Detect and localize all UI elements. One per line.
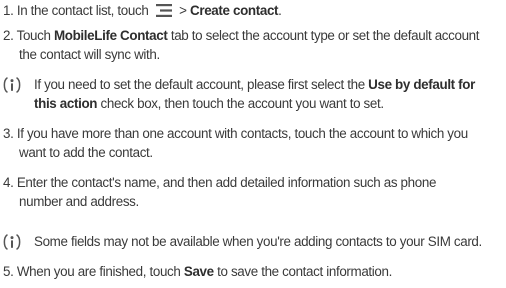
step-number: 5. <box>3 264 14 279</box>
step-text: Enter the contact's name, and then add d… <box>16 175 437 190</box>
step-text: to save the contact information. <box>213 264 392 279</box>
step-text: In the contact list, touch <box>16 3 149 18</box>
step-3: 3. If you have more than one account wit… <box>3 124 503 162</box>
note-icon <box>3 234 21 250</box>
note-text-part: If you need to set the default account, … <box>34 77 369 92</box>
menu-icon <box>155 4 172 17</box>
step-text-continued: want to add the contact. <box>19 145 153 160</box>
step-text: tab to select the account type or set th… <box>167 28 480 43</box>
step-text-continued: the contact will sync with. <box>19 47 160 62</box>
note-icon <box>3 77 21 93</box>
use-by-default-label: Use by default for <box>368 77 475 92</box>
step-text: When you are finished, touch <box>16 264 184 279</box>
mobilelife-contact-label: MobileLife Contact <box>53 28 168 43</box>
step-text: . <box>278 3 282 18</box>
step-number: 2. <box>3 28 14 43</box>
save-label: Save <box>183 264 214 279</box>
step-4: 4. Enter the contact's name, and then ad… <box>3 173 503 211</box>
create-contact-label: Create contact <box>190 3 279 18</box>
step-text-continued: number and address. <box>19 194 139 209</box>
note-text: If you need to set the default account, … <box>0 75 504 94</box>
step-number: 4. <box>3 175 14 190</box>
this-action-label: this action <box>34 96 98 111</box>
note-text-continued: this action check box, then touch the ac… <box>0 94 504 113</box>
note-1: If you need to set the default account, … <box>0 75 504 113</box>
step-text: If you have more than one account with c… <box>16 126 468 141</box>
step-5: 5. When you are finished, touch Save to … <box>3 262 503 281</box>
note-text-part: check box, then touch the account you wa… <box>97 96 384 111</box>
step-text: > <box>175 3 191 18</box>
step-2: 2. Touch MobileLife Contact tab to selec… <box>3 26 503 64</box>
step-number: 1. <box>3 3 14 18</box>
note-text: Some fields may not be available when yo… <box>34 234 482 249</box>
step-1: 1. In the contact list, touch > Create c… <box>3 1 503 20</box>
step-text: Touch <box>16 28 54 43</box>
step-number: 3. <box>3 126 14 141</box>
note-2: Some fields may not be available when yo… <box>0 232 504 251</box>
